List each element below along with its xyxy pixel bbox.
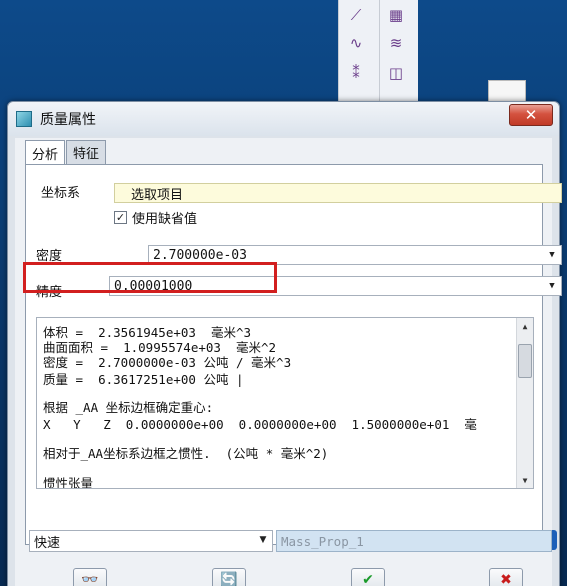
repeat-button[interactable]: 🔄 bbox=[212, 568, 246, 586]
check-icon: ✔ bbox=[362, 572, 374, 586]
results-textarea[interactable]: 体积 = 2.3561945e+03 毫米^3 曲面面积 = 1.0995574… bbox=[36, 317, 534, 489]
feature-name-field[interactable]: Mass_Prop_1 bbox=[276, 530, 552, 552]
sketch-tool-icon[interactable]: ◫ bbox=[385, 62, 407, 84]
coord-system-label: 坐标系 bbox=[41, 186, 81, 201]
chevron-down-icon[interactable]: ▼ bbox=[543, 246, 561, 264]
app-icon bbox=[16, 111, 32, 127]
result-line: X Y Z 0.0000000e+00 0.0000000e+00 1.5000… bbox=[43, 417, 477, 432]
mode-combo[interactable]: 快速 ▼ bbox=[29, 530, 273, 552]
scroll-thumb[interactable] bbox=[518, 344, 532, 378]
sketch-line-icon[interactable]: ⟋ bbox=[345, 4, 367, 26]
results-scrollbar[interactable]: ▲ ▼ bbox=[516, 318, 533, 488]
background-toolbar: ⟋ ∿ ⁑ ▦ ≋ ◫ bbox=[338, 0, 418, 110]
mass-highlight-annotation bbox=[23, 262, 277, 293]
toolbar-separator bbox=[379, 0, 380, 110]
mode-value: 快速 bbox=[34, 535, 61, 551]
density-value: 2.700000e-03 bbox=[153, 247, 247, 263]
dialog-title: 质量属性 bbox=[40, 112, 96, 128]
spline-icon[interactable]: ∿ bbox=[345, 32, 367, 54]
mass-properties-dialog: 质量属性 ✕ 分析 特征 坐标系 选取项目 ✓ 使用缺省值 密度 2.70000… bbox=[7, 101, 562, 586]
result-line: 惯性张量 bbox=[43, 476, 94, 489]
use-default-checkbox[interactable]: ✓ bbox=[114, 211, 127, 224]
ok-button[interactable]: ✔ bbox=[351, 568, 385, 586]
tab-analysis[interactable]: 分析 bbox=[25, 140, 66, 165]
analysis-panel: 坐标系 选取项目 ✓ 使用缺省值 密度 2.700000e-03 ▼ 精度 0.… bbox=[25, 164, 562, 545]
surface-icon[interactable]: ≋ bbox=[385, 32, 407, 54]
chevron-down-icon[interactable]: ▼ bbox=[543, 277, 561, 295]
result-line: 质量 = 6.3617251e+00 公吨 | bbox=[43, 372, 244, 387]
dialog-titlebar: 质量属性 ✕ bbox=[8, 102, 559, 136]
scroll-up-icon[interactable]: ▲ bbox=[517, 318, 533, 334]
dialog-body: 分析 特征 坐标系 选取项目 ✓ 使用缺省值 密度 2.700000e-03 ▼… bbox=[15, 138, 562, 586]
chevron-down-icon[interactable]: ▼ bbox=[254, 531, 272, 549]
background-document-icon bbox=[488, 80, 526, 102]
glasses-icon: 👓 bbox=[81, 572, 99, 586]
cross-icon: ✖ bbox=[500, 572, 512, 586]
use-default-row[interactable]: ✓ 使用缺省值 bbox=[114, 208, 197, 227]
scroll-down-icon[interactable]: ▼ bbox=[517, 472, 533, 488]
repeat-icon: 🔄 bbox=[220, 572, 238, 586]
points-icon[interactable]: ⁑ bbox=[345, 62, 367, 84]
coord-system-selector[interactable]: 选取项目 bbox=[114, 183, 562, 203]
grid-icon[interactable]: ▦ bbox=[385, 4, 407, 26]
preview-button[interactable]: 👓 bbox=[73, 568, 107, 586]
result-line: 相对于_AA坐标系边框之惯性. (公吨 * 毫米^2) bbox=[43, 446, 329, 461]
close-button[interactable]: ✕ bbox=[509, 104, 553, 126]
cancel-button[interactable]: ✖ bbox=[489, 568, 523, 586]
use-default-label: 使用缺省值 bbox=[132, 212, 198, 227]
tab-strip: 分析 特征 bbox=[25, 140, 107, 165]
tab-feature[interactable]: 特征 bbox=[66, 140, 107, 164]
